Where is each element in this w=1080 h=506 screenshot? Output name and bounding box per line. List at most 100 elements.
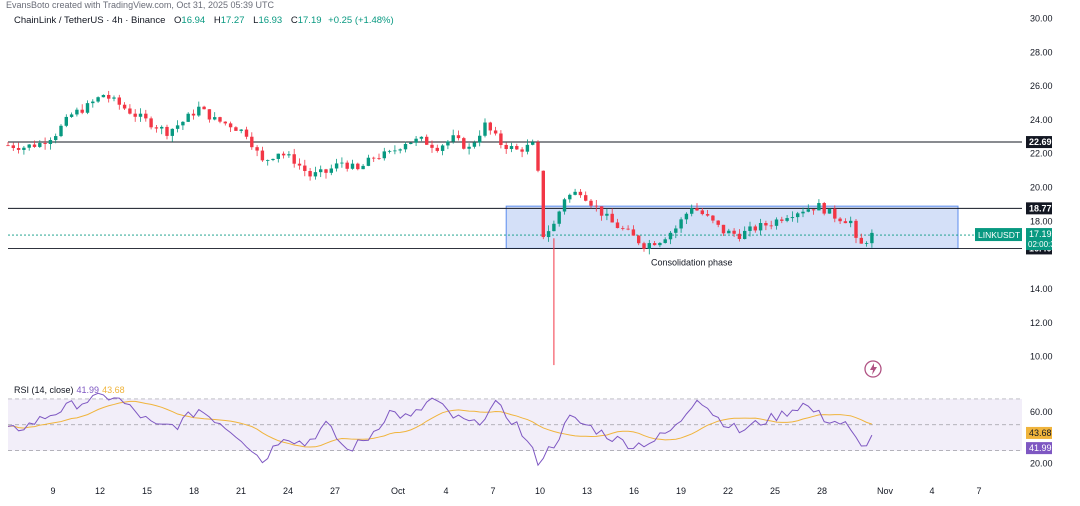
candle-body (557, 211, 561, 224)
candle-body (780, 219, 784, 221)
level-price-label: 18.77 (1029, 203, 1052, 213)
candle-body (711, 215, 715, 221)
candle-body (419, 136, 424, 139)
candle-body (356, 163, 360, 170)
candle-body (239, 129, 243, 131)
candle-body (32, 144, 37, 147)
candle-body (170, 128, 174, 136)
candle-body (520, 149, 524, 152)
candle-body (244, 129, 249, 137)
candle-body (430, 144, 434, 148)
candle-body (811, 209, 816, 211)
flash-icon[interactable] (864, 360, 882, 378)
candle-body (796, 213, 800, 218)
rsi-value-tag-label: 41.99 (1029, 443, 1052, 453)
candle-body (605, 213, 609, 216)
candle-body (324, 169, 328, 173)
candle-body (483, 122, 487, 136)
candle-body (610, 213, 614, 223)
candle-body (440, 145, 445, 151)
candle-body (562, 199, 567, 212)
time-axis-tick: 4 (443, 486, 448, 496)
current-price-value: 17.19 (1029, 229, 1052, 239)
candle-body (531, 142, 535, 145)
price-chart[interactable]: Consolidation phase 30.00 28.00 26.00 24.00… (0, 0, 1080, 506)
time-axis-tick: 28 (817, 486, 827, 496)
time-axis-tick: Nov (877, 486, 894, 496)
candle-body (27, 144, 31, 148)
candle-body (313, 172, 318, 177)
time-axis-tick: 7 (490, 486, 495, 496)
candle-body (637, 235, 641, 244)
candle-body (340, 162, 344, 164)
candle-body (525, 144, 530, 152)
candle-body (128, 108, 132, 114)
candle-body (663, 239, 667, 243)
candle-body (700, 210, 704, 215)
candle-body (578, 191, 583, 196)
candle-body (854, 220, 858, 238)
candle-body (59, 125, 63, 137)
candle-body (568, 194, 572, 200)
consolidation-label: Consolidation phase (651, 257, 733, 267)
price-axis-tick: 30.00 (1030, 13, 1053, 23)
candle-body (165, 126, 169, 136)
candle-body (864, 243, 869, 244)
candle-body (409, 142, 413, 144)
candle-body (319, 169, 323, 173)
candle-body (350, 163, 355, 169)
candle-body (250, 136, 254, 148)
candle-body (679, 219, 683, 229)
rsi-axis-tick: 60.00 (1030, 407, 1053, 417)
candle-body (186, 113, 190, 122)
candle-body (75, 109, 79, 115)
candle-body (472, 142, 477, 147)
candle-body (615, 222, 620, 229)
candle-body (732, 230, 736, 234)
time-axis-tick: Oct (391, 486, 406, 496)
candle-body (393, 150, 397, 152)
candle-body (271, 158, 275, 160)
candle-body (764, 223, 768, 226)
candle-body (499, 133, 503, 145)
candle-body (626, 228, 630, 230)
candle-body (334, 163, 339, 169)
time-axis-tick: 25 (770, 486, 780, 496)
candle-body (827, 208, 832, 214)
candle-body (446, 141, 450, 146)
time-axis-tick: 24 (283, 486, 293, 496)
candle-body (372, 157, 376, 159)
candle-body (260, 150, 265, 161)
time-axis-tick: 16 (629, 486, 639, 496)
candle-body (589, 200, 593, 206)
candle-body (647, 243, 651, 249)
candle-body (48, 140, 53, 145)
candle-body (838, 218, 842, 222)
candle-countdown: 02:00:39 (1028, 240, 1060, 249)
candle-body (668, 232, 673, 240)
candle-body (769, 225, 773, 227)
candle-body (753, 226, 757, 231)
candle-body (11, 145, 15, 149)
candle-body (281, 153, 286, 156)
candle-body (695, 208, 699, 211)
candle-body (149, 118, 153, 128)
time-axis-tick: 9 (50, 486, 55, 496)
candle-body (144, 113, 148, 119)
candle-body (107, 94, 111, 99)
candle-body (38, 143, 42, 147)
price-axis-tick: 12.00 (1030, 318, 1053, 328)
candle-body (493, 130, 498, 134)
price-axis-tick: 28.00 (1030, 47, 1053, 57)
candle-body (117, 97, 121, 105)
candle-body (292, 154, 296, 164)
candle-body (414, 138, 418, 143)
candle-body (690, 208, 694, 214)
candle-body (175, 125, 180, 129)
candle-body (727, 230, 731, 234)
candle-body (833, 208, 837, 219)
candle-body (255, 147, 259, 151)
candle-body (85, 103, 90, 113)
candle-body (329, 168, 333, 173)
candle-body (181, 121, 185, 126)
